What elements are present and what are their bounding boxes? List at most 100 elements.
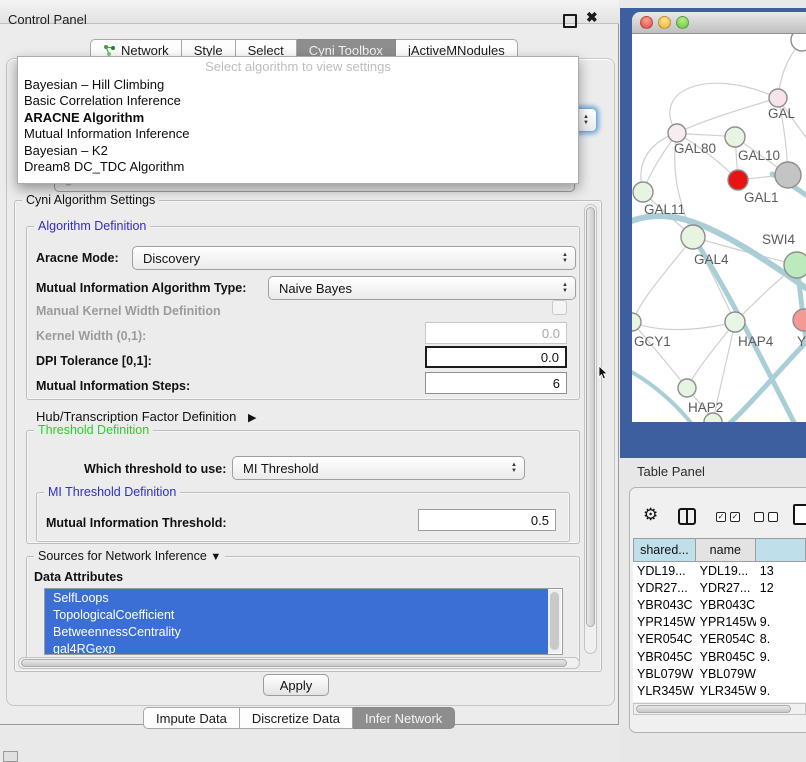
which-threshold-select[interactable]: MI Threshold ▲▼ xyxy=(232,456,525,480)
network-canvas[interactable]: GALGAL80GAL10GAL1GAL11GAL4SWI4GCY1HAP4YH… xyxy=(632,34,806,422)
column-header-name[interactable]: name xyxy=(696,538,756,562)
network-node-gal10[interactable] xyxy=(725,127,745,147)
dropdown-item-aracne-algorithm[interactable]: ARACNE Algorithm xyxy=(18,109,578,126)
network-node-gal1[interactable] xyxy=(728,170,748,190)
data-attributes-list[interactable]: SelfLoopsTopologicalCoefficientBetweenne… xyxy=(44,588,563,655)
apply-button[interactable]: Apply xyxy=(263,674,329,696)
table-panel-title: Table Panel xyxy=(637,464,705,479)
network-edge[interactable] xyxy=(632,322,735,330)
select-all-checkboxes-icon[interactable]: ✓✓ xyxy=(716,512,740,522)
attribute-item-gal4rgexp[interactable]: gal4RGexp xyxy=(45,640,548,655)
mi-type-select[interactable]: Naive Bayes ▲▼ xyxy=(268,276,576,300)
kernel-width-field[interactable]: 0.0 xyxy=(425,322,567,344)
table-row[interactable]: YPR145WYPR145W9. xyxy=(633,614,806,631)
algorithm-definition-title: Algorithm Definition xyxy=(34,219,150,233)
node-label-hap2: HAP2 xyxy=(688,400,723,415)
attribute-item-topologicalcoefficient[interactable]: TopologicalCoefficient xyxy=(45,606,548,623)
network-node-y[interactable] xyxy=(793,309,806,331)
scrollbar-thumb[interactable] xyxy=(21,659,567,667)
network-node-gal80[interactable] xyxy=(668,124,686,142)
manual-kernel-label: Manual Kernel Width Definition xyxy=(36,304,221,318)
network-edge[interactable] xyxy=(632,237,693,322)
network-node-gal[interactable] xyxy=(769,89,787,107)
table-row[interactable]: YLR345WYLR345W9. xyxy=(633,682,806,699)
bottom-tab-impute-data[interactable]: Impute Data xyxy=(143,707,240,729)
node-label-gcy1: GCY1 xyxy=(634,334,671,349)
close-panel-button[interactable]: ✖ xyxy=(586,9,598,26)
table-cell: 12 xyxy=(756,579,806,596)
dropdown-placeholder: Select algorithm to view settings xyxy=(18,57,578,76)
table-horizontal-scrollbar[interactable] xyxy=(633,703,806,715)
mi-threshold-group-title: MI Threshold Definition xyxy=(44,485,180,499)
mi-steps-field[interactable]: 6 xyxy=(425,372,567,394)
collapsed-panel-button[interactable] xyxy=(3,751,18,762)
scrollbar-thumb[interactable] xyxy=(636,705,791,713)
aracne-mode-value: Discovery xyxy=(143,251,200,266)
node-label-swi4: SWI4 xyxy=(762,232,795,247)
table-cell: YER054C xyxy=(633,631,696,648)
settings-vertical-scrollbar[interactable] xyxy=(584,204,597,654)
dropdown-item-bayesian-k2[interactable]: Bayesian – K2 xyxy=(18,142,578,159)
float-window-button[interactable] xyxy=(563,14,577,28)
list-scrollbar[interactable] xyxy=(548,590,561,653)
network-edge[interactable] xyxy=(677,98,778,133)
table-row[interactable]: YER054CYER054C8. xyxy=(633,631,806,648)
network-node-hap2[interactable] xyxy=(678,379,696,397)
table-row[interactable]: YBR045CYBR045C9. xyxy=(633,648,806,665)
bottom-tab-infer-network[interactable]: Infer Network xyxy=(353,707,455,729)
deselect-checkboxes-icon[interactable] xyxy=(754,512,778,522)
traffic-light-close-icon[interactable] xyxy=(640,16,653,29)
document-icon[interactable] xyxy=(793,504,806,525)
network-node-hap4[interactable] xyxy=(725,312,745,332)
network-node[interactable] xyxy=(791,34,806,51)
table-row[interactable]: YIL052CYIL052C9 xyxy=(633,700,806,703)
scrollbar-thumb[interactable] xyxy=(586,207,595,627)
table-cell: 9 xyxy=(756,700,806,703)
column-header-shared[interactable]: shared... xyxy=(633,538,696,562)
dropdown-item-mutual-information-inference[interactable]: Mutual Information Inference xyxy=(18,126,578,143)
mi-threshold-field[interactable]: 0.5 xyxy=(418,509,556,531)
gear-icon[interactable]: ⚙ xyxy=(643,505,658,525)
settings-horizontal-scrollbar[interactable] xyxy=(18,657,580,669)
table-row[interactable]: YDR27...YDR27...12 xyxy=(633,579,806,596)
column-header-col2[interactable] xyxy=(756,538,806,562)
table-row[interactable]: YDL19...YDL19...13 xyxy=(633,562,806,579)
aracne-mode-label: Aracne Mode: xyxy=(36,251,119,265)
dropdown-item-basic-correlation-inference[interactable]: Basic Correlation Inference xyxy=(18,93,578,110)
network-node[interactable] xyxy=(775,162,801,188)
network-node-gal11[interactable] xyxy=(633,182,653,202)
network-node-gal4[interactable] xyxy=(681,225,705,249)
traffic-light-zoom-icon[interactable] xyxy=(676,16,689,29)
table-header-row: shared...name xyxy=(633,538,806,562)
network-node-swi4[interactable] xyxy=(784,252,806,278)
table-cell: YDR27... xyxy=(696,579,756,596)
chevron-down-icon[interactable]: ▼ xyxy=(210,551,221,563)
scrollbar-thumb[interactable] xyxy=(550,592,559,650)
attribute-item-selfloops[interactable]: SelfLoops xyxy=(45,589,548,606)
manual-kernel-checkbox[interactable] xyxy=(552,300,567,315)
table-row[interactable]: YBR043CYBR043C xyxy=(633,596,806,613)
dropdown-item-bayesian-hill-climbing[interactable]: Bayesian – Hill Climbing xyxy=(18,76,578,93)
network-window-titlebar[interactable] xyxy=(632,12,806,34)
table-cell xyxy=(756,596,806,613)
columns-icon[interactable] xyxy=(678,508,696,525)
checked-box-icon: ✓ xyxy=(730,512,740,522)
table-cell: YIL052C xyxy=(696,700,756,703)
hub-expander[interactable]: Hub/Transcription Factor Definition ▶ xyxy=(36,409,256,424)
traffic-light-minimize-icon[interactable] xyxy=(658,16,671,29)
bottom-tab-discretize-data[interactable]: Discretize Data xyxy=(240,707,353,729)
mi-type-label: Mutual Information Algorithm Type: xyxy=(36,281,246,295)
attribute-item-betweennesscentrality[interactable]: BetweennessCentrality xyxy=(45,623,548,640)
dpi-tolerance-field[interactable]: 0.0 xyxy=(425,346,567,368)
aracne-mode-select[interactable]: Discovery ▲▼ xyxy=(132,246,576,270)
dropdown-item-dream8-dc-tdc-algorithm[interactable]: Dream8 DC_TDC Algorithm xyxy=(18,159,578,176)
unchecked-box-icon xyxy=(754,512,764,522)
threshold-definition-title: Threshold Definition xyxy=(34,423,153,437)
network-node-gcy1[interactable] xyxy=(632,313,641,331)
network-edge[interactable] xyxy=(670,83,778,133)
mi-threshold-label: Mutual Information Threshold: xyxy=(46,516,227,530)
table-row[interactable]: YBL079WYBL079W xyxy=(633,665,806,682)
table-cell: YBR043C xyxy=(633,596,696,613)
node-label-gal10: GAL10 xyxy=(738,148,780,163)
network-edge[interactable] xyxy=(718,340,806,422)
